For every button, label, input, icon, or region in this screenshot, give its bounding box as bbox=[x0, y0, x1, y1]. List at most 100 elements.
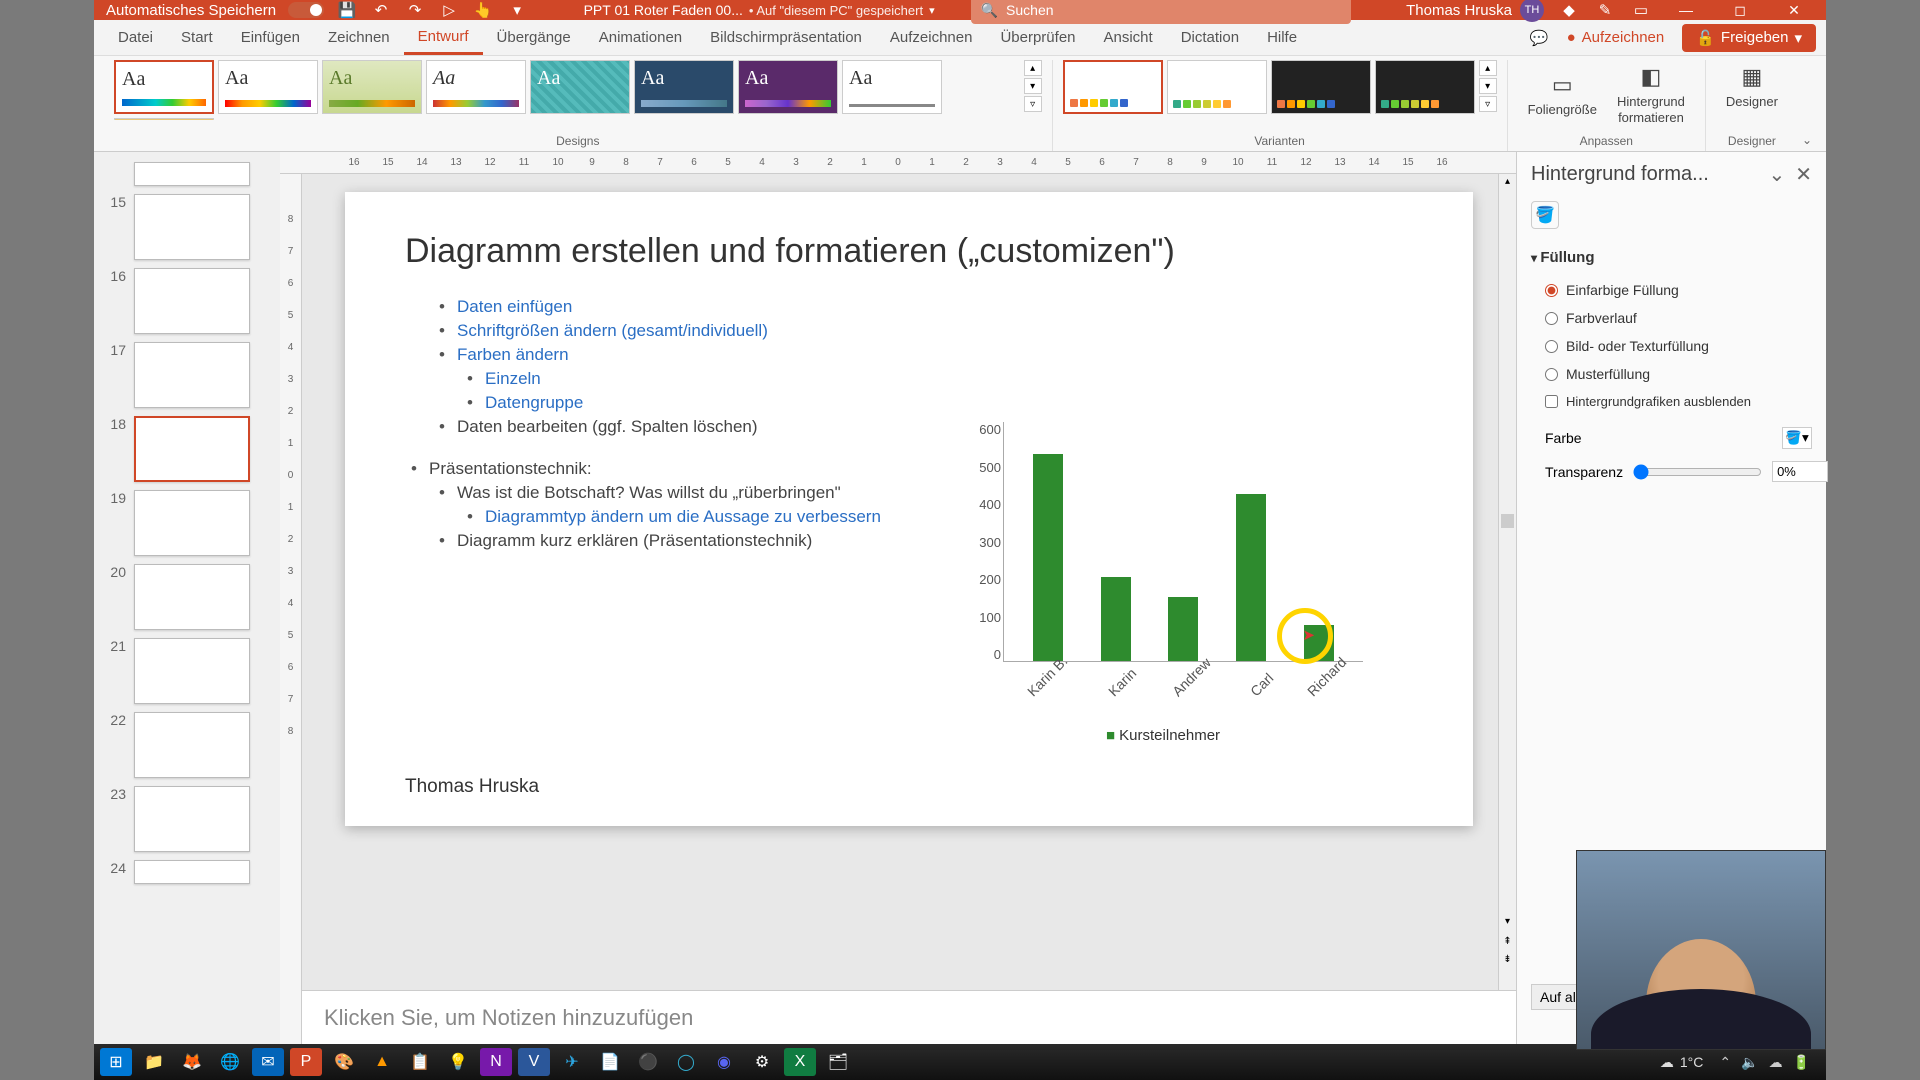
tab-entwurf[interactable]: Entwurf bbox=[404, 20, 483, 55]
designer-button[interactable]: ▦Designer bbox=[1716, 60, 1788, 114]
save-location[interactable]: • Auf "diesem PC" gespeichert bbox=[749, 3, 923, 18]
variants-scroll[interactable]: ▴▾▿ bbox=[1475, 60, 1497, 120]
tab-uebergaenge[interactable]: Übergänge bbox=[483, 20, 585, 55]
collapse-ribbon-icon[interactable]: ⌄ bbox=[1798, 129, 1816, 151]
start-button[interactable]: ⊞ bbox=[100, 1048, 132, 1076]
color-picker-button[interactable]: 🪣▾ bbox=[1782, 427, 1812, 449]
close-button[interactable]: ✕ bbox=[1774, 0, 1814, 20]
chrome-icon[interactable]: 🌐 bbox=[214, 1048, 246, 1076]
thumbnail-item[interactable]: 24 bbox=[94, 856, 280, 888]
comments-icon[interactable]: 💬 bbox=[1530, 29, 1549, 47]
themes-gallery[interactable]: Aa Aa Aa Aa Aa Aa Aa Aa Aa bbox=[114, 60, 1020, 120]
app-icon[interactable]: ◯ bbox=[670, 1048, 702, 1076]
thumb-preview[interactable] bbox=[134, 416, 250, 482]
thumb-preview[interactable] bbox=[134, 638, 250, 704]
app-icon[interactable]: 🎨 bbox=[328, 1048, 360, 1076]
search-input[interactable] bbox=[1006, 2, 1341, 18]
theme-thumb[interactable]: Aa bbox=[530, 60, 630, 114]
transparency-slider[interactable] bbox=[1633, 464, 1762, 480]
redo-icon[interactable]: ↷ bbox=[404, 0, 426, 21]
pen-icon[interactable]: ✎ bbox=[1594, 0, 1616, 21]
radio-pattern-fill[interactable]: Musterfüllung bbox=[1545, 366, 1812, 382]
windows-taskbar[interactable]: ⊞ 📁 🦊 🌐 ✉ P 🎨 ▲ 📋 💡 N V ✈ 📄 ⚫ ◯ ◉ ⚙ X 🗂 … bbox=[94, 1044, 1826, 1080]
thumbnail-item[interactable]: 21 bbox=[94, 634, 280, 708]
thumb-preview[interactable] bbox=[134, 268, 250, 334]
excel-icon[interactable]: X bbox=[784, 1048, 816, 1076]
variants-gallery[interactable] bbox=[1063, 60, 1475, 120]
minimize-button[interactable]: — bbox=[1666, 0, 1706, 20]
theme-thumb[interactable]: Aa bbox=[218, 60, 318, 114]
thumbnail-item[interactable]: 23 bbox=[94, 782, 280, 856]
window-icon[interactable]: ▭ bbox=[1630, 0, 1652, 21]
diamond-icon[interactable]: ◆ bbox=[1558, 0, 1580, 21]
thumbnail-item[interactable]: 22 bbox=[94, 708, 280, 782]
discord-icon[interactable]: ◉ bbox=[708, 1048, 740, 1076]
app-icon[interactable]: 🗂 bbox=[822, 1048, 854, 1076]
radio-picture-fill[interactable]: Bild- oder Texturfüllung bbox=[1545, 338, 1812, 354]
radio-gradient-fill[interactable]: Farbverlauf bbox=[1545, 310, 1812, 326]
tab-start[interactable]: Start bbox=[167, 20, 227, 55]
telegram-icon[interactable]: ✈ bbox=[556, 1048, 588, 1076]
variant-thumb[interactable] bbox=[1063, 60, 1163, 114]
chevron-down-icon[interactable]: ▾ bbox=[929, 4, 935, 17]
format-background-button[interactable]: ◧Hintergrund formatieren bbox=[1607, 60, 1695, 130]
theme-thumb[interactable]: Aa bbox=[634, 60, 734, 114]
from-beginning-icon[interactable]: ▷ bbox=[438, 0, 460, 21]
vertical-scrollbar[interactable]: ▴ ▾ ⇞ ⇟ bbox=[1498, 174, 1516, 990]
app-icon[interactable]: 📋 bbox=[404, 1048, 436, 1076]
thumb-preview[interactable] bbox=[134, 490, 250, 556]
firefox-icon[interactable]: 🦊 bbox=[176, 1048, 208, 1076]
touch-mode-icon[interactable]: 👆 bbox=[472, 0, 494, 21]
theme-thumb[interactable]: Aa bbox=[842, 60, 942, 114]
thumb-preview[interactable] bbox=[134, 194, 250, 260]
thumb-preview[interactable] bbox=[134, 162, 250, 186]
theme-thumb[interactable]: Aa bbox=[114, 118, 214, 120]
tab-datei[interactable]: Datei bbox=[104, 20, 167, 55]
weather-widget[interactable]: ☁ 1°C bbox=[1660, 1054, 1704, 1071]
document-title[interactable]: PPT 01 Roter Faden 00... bbox=[584, 2, 743, 18]
thumb-preview[interactable] bbox=[134, 860, 250, 884]
check-hide-bg-graphics[interactable]: Hintergrundgrafiken ausblenden bbox=[1545, 394, 1812, 409]
system-tray[interactable]: ⌃🔈☁🔋 bbox=[1709, 1054, 1820, 1071]
theme-thumb[interactable]: Aa bbox=[114, 60, 214, 114]
thumbnail-item[interactable]: 20 bbox=[94, 560, 280, 634]
tab-einfuegen[interactable]: Einfügen bbox=[227, 20, 314, 55]
onenote-icon[interactable]: N bbox=[480, 1048, 512, 1076]
embedded-chart[interactable]: 6005004003002001000 Karin B.KarinAndrewC… bbox=[963, 422, 1363, 712]
themes-scroll[interactable]: ▴▾▿ bbox=[1020, 60, 1042, 120]
tab-animationen[interactable]: Animationen bbox=[585, 20, 696, 55]
thumbnail-item[interactable]: 15 bbox=[94, 190, 280, 264]
theme-thumb[interactable]: Aa bbox=[738, 60, 838, 114]
record-button[interactable]: ● Aufzeichnen bbox=[1567, 29, 1665, 46]
app-icon[interactable]: 📄 bbox=[594, 1048, 626, 1076]
variant-thumb[interactable] bbox=[1271, 60, 1371, 114]
file-explorer-icon[interactable]: 📁 bbox=[138, 1048, 170, 1076]
thumbnail-item[interactable]: 17 bbox=[94, 338, 280, 412]
thumbnail-item[interactable]: 19 bbox=[94, 486, 280, 560]
tab-ueberpruefen[interactable]: Überprüfen bbox=[986, 20, 1089, 55]
thumbnail-item[interactable] bbox=[94, 158, 280, 190]
outlook-icon[interactable]: ✉ bbox=[252, 1048, 284, 1076]
qat-more-icon[interactable]: ▾ bbox=[506, 0, 528, 21]
save-icon[interactable]: 💾 bbox=[336, 0, 358, 21]
theme-thumb[interactable]: Aa bbox=[322, 60, 422, 114]
slide-thumbnails-panel[interactable]: 15161718192021222324 bbox=[94, 152, 280, 1050]
tab-bildschirm[interactable]: Bildschirmpräsentation bbox=[696, 20, 876, 55]
settings-icon[interactable]: ⚙ bbox=[746, 1048, 778, 1076]
obs-icon[interactable]: ⚫ bbox=[632, 1048, 664, 1076]
thumbnail-item[interactable]: 16 bbox=[94, 264, 280, 338]
vlc-icon[interactable]: ▲ bbox=[366, 1048, 398, 1076]
theme-thumb[interactable]: Aa bbox=[426, 60, 526, 114]
slide-size-button[interactable]: ▭Foliengröße bbox=[1518, 60, 1607, 130]
thumb-preview[interactable] bbox=[134, 564, 250, 630]
slide-title[interactable]: Diagramm erstellen und formatieren („cus… bbox=[405, 232, 1413, 271]
tab-dictation[interactable]: Dictation bbox=[1167, 20, 1253, 55]
thumb-preview[interactable] bbox=[134, 712, 250, 778]
tab-hilfe[interactable]: Hilfe bbox=[1253, 20, 1311, 55]
tab-zeichnen[interactable]: Zeichnen bbox=[314, 20, 404, 55]
tab-ansicht[interactable]: Ansicht bbox=[1090, 20, 1167, 55]
transparency-value[interactable] bbox=[1772, 461, 1828, 482]
radio-solid-fill[interactable]: Einfarbige Füllung bbox=[1545, 282, 1812, 298]
maximize-button[interactable]: ◻ bbox=[1720, 0, 1760, 20]
pane-close-icon[interactable]: ✕ bbox=[1795, 164, 1812, 186]
